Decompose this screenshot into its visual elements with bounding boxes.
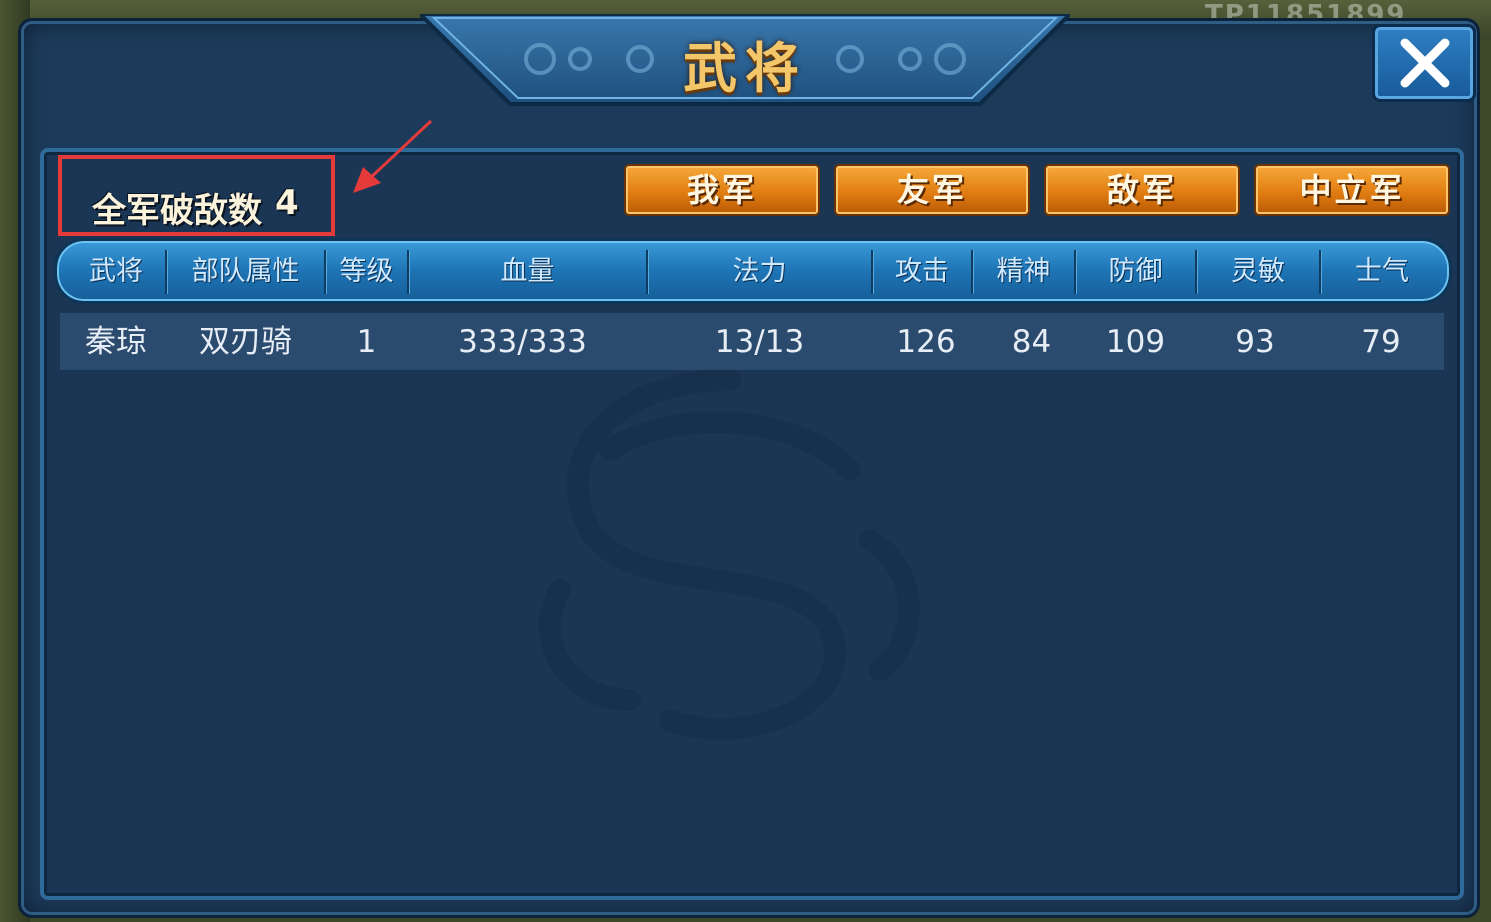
column-header-agility: 灵敏 [1231, 256, 1285, 287]
cell-level: 1 [356, 324, 377, 360]
tab-allied-army[interactable]: 友军 [834, 164, 1030, 216]
total-kills-value: 4 [275, 183, 299, 223]
cell-mp: 13/13 [714, 324, 805, 360]
column-header-defense: 防御 [1108, 256, 1163, 287]
dragon-watermark [538, 369, 920, 740]
cell-hp: 333/333 [458, 324, 587, 360]
cell-morale: 79 [1361, 324, 1401, 360]
column-header-spirit: 精神 [996, 256, 1051, 287]
tab-neutral-army[interactable]: 中立军 [1254, 164, 1450, 216]
cell-spirit: 84 [1011, 324, 1052, 360]
title-plate: 武将 [420, 14, 1070, 106]
column-header-morale: 士气 [1355, 256, 1409, 287]
cell-attack: 126 [896, 324, 956, 360]
cell-agility: 93 [1235, 324, 1275, 360]
total-kills-label: 全军破敌数 [92, 191, 262, 231]
column-header-level: 等级 [339, 256, 394, 287]
close-icon [1400, 38, 1450, 88]
tab-our-army[interactable]: 我军 [624, 164, 820, 216]
window-title: 武将 [683, 36, 807, 100]
column-header-hp: 血量 [500, 256, 555, 287]
column-header-general: 武将 [89, 256, 143, 287]
cell-general: 秦琼 [85, 324, 147, 360]
column-header-mp: 法力 [732, 256, 787, 287]
tab-enemy-army[interactable]: 敌军 [1044, 164, 1240, 216]
cell-unit-type: 双刃骑 [199, 324, 292, 360]
close-button[interactable] [1372, 24, 1476, 102]
column-header-attack: 攻击 [895, 256, 949, 287]
column-header-unit-type: 部队属性 [191, 256, 300, 287]
cell-defense: 109 [1105, 324, 1166, 360]
red-arrow-annotation [353, 119, 433, 193]
